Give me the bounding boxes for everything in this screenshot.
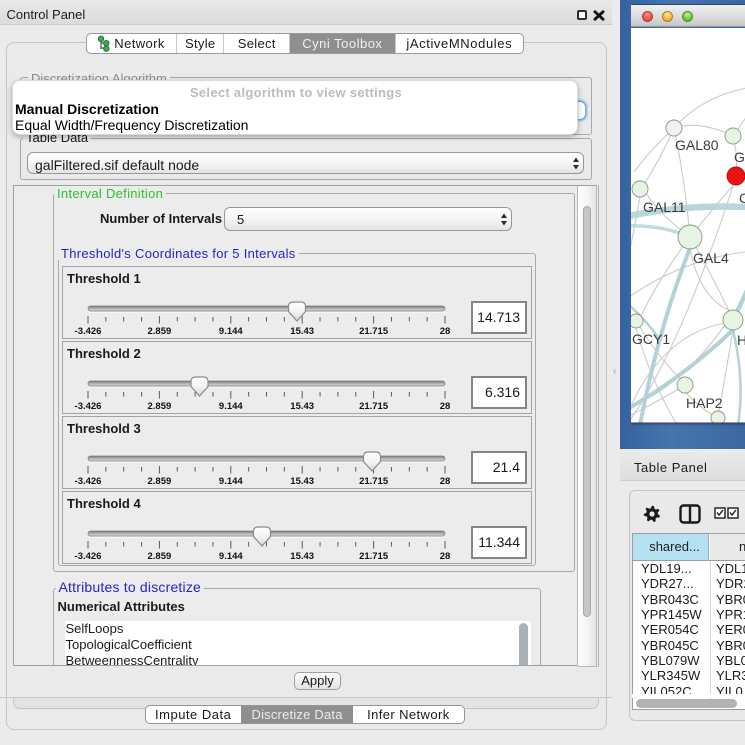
svg-text:-3.426: -3.426 <box>75 476 102 487</box>
svg-text:9.144: 9.144 <box>219 551 243 562</box>
svg-text:21.715: 21.715 <box>359 326 389 337</box>
svg-text:28: 28 <box>440 401 451 412</box>
svg-text:2.859: 2.859 <box>148 476 172 487</box>
svg-text:9.144: 9.144 <box>219 401 243 412</box>
svg-text:28: 28 <box>440 326 451 337</box>
svg-text:2.859: 2.859 <box>148 401 172 412</box>
svg-text:GAL80: GAL80 <box>675 137 719 153</box>
svg-text:CY: CY <box>739 190 745 206</box>
svg-text:GAL11: GAL11 <box>643 199 686 215</box>
svg-text:9.144: 9.144 <box>219 326 243 337</box>
svg-text:GAL4: GAL4 <box>693 250 729 266</box>
svg-text:-3.426: -3.426 <box>75 401 102 412</box>
svg-text:15.43: 15.43 <box>290 476 314 487</box>
svg-text:2.859: 2.859 <box>148 326 172 337</box>
svg-text:H: H <box>737 332 745 348</box>
svg-text:2.859: 2.859 <box>148 551 172 562</box>
svg-text:15.43: 15.43 <box>290 551 314 562</box>
svg-text:15.43: 15.43 <box>290 326 314 337</box>
svg-text:HAP2: HAP2 <box>686 395 723 411</box>
svg-text:21.715: 21.715 <box>359 551 389 562</box>
svg-text:21.715: 21.715 <box>359 476 389 487</box>
svg-text:21.715: 21.715 <box>359 401 389 412</box>
svg-text:28: 28 <box>440 551 451 562</box>
svg-text:-3.426: -3.426 <box>75 551 102 562</box>
svg-text:GCY1: GCY1 <box>632 331 670 347</box>
svg-text:15.43: 15.43 <box>290 401 314 412</box>
svg-text:9.144: 9.144 <box>219 476 243 487</box>
svg-text:28: 28 <box>440 476 451 487</box>
svg-text:GA: GA <box>734 149 745 165</box>
svg-text:-3.426: -3.426 <box>75 326 102 337</box>
